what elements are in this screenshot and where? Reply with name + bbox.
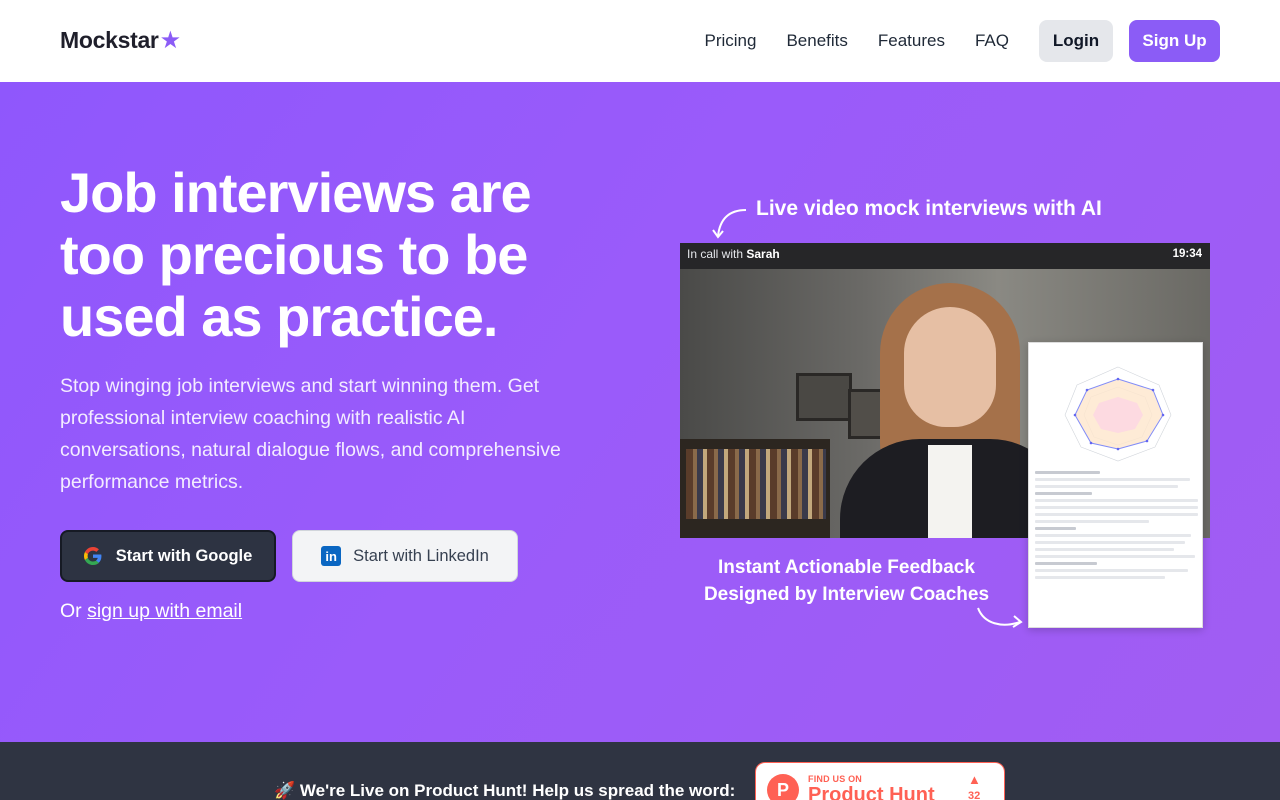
google-icon: [83, 547, 102, 565]
hero-subtitle: Stop winging job interviews and start wi…: [60, 375, 561, 493]
linkedin-icon: in: [321, 546, 342, 566]
google-button-label: Start with Google: [115, 546, 253, 565]
books: [686, 449, 826, 519]
feedback-analysis-text: [1035, 471, 1198, 583]
logo[interactable]: Mockstar ★: [60, 26, 181, 55]
product-hunt-name: Product Hunt: [808, 784, 935, 800]
nav-link-features[interactable]: Features: [878, 31, 945, 51]
nav-link-benefits[interactable]: Benefits: [786, 31, 847, 51]
curved-arrow-icon: [712, 209, 747, 239]
hero-section: Job interviews are too precious to be us…: [0, 82, 1280, 742]
google-signin-button[interactable]: Start with Google: [60, 530, 276, 582]
upvote-icon: ▲: [968, 772, 981, 787]
product-hunt-banner: 🚀 We're Live on Product Hunt! Help us sp…: [0, 742, 1280, 800]
video-top-bar: In call with Sarah 19:34: [680, 243, 1210, 269]
curved-arrow-right-icon: [977, 607, 1023, 628]
linkedin-signin-button[interactable]: in Start with LinkedIn: [292, 530, 518, 582]
radar-chart-icon: [1064, 366, 1172, 462]
linkedin-button-label: Start with LinkedIn: [353, 546, 489, 565]
nav-links: Pricing Benefits Features FAQ Login Sign…: [704, 20, 1220, 62]
feedback-report-card: [1028, 342, 1203, 628]
video-callout: Live video mock interviews with AI: [756, 197, 1102, 220]
interviewer-shirt: [928, 445, 972, 538]
call-status: In call with Sarah: [687, 247, 780, 261]
nav-link-faq[interactable]: FAQ: [975, 31, 1009, 51]
email-signup-line: Or sign up with email: [60, 600, 242, 623]
wall-frame: [796, 373, 852, 421]
interviewer-face: [904, 307, 996, 427]
or-text: Or: [60, 600, 82, 622]
upvote-count: 32: [968, 790, 981, 800]
logo-text: Mockstar: [60, 27, 159, 53]
product-hunt-logo-icon: P: [767, 774, 799, 800]
call-timer: 19:34: [1172, 248, 1202, 260]
call-prefix: In call with: [687, 247, 744, 261]
product-hunt-badge[interactable]: P FIND US ON Product Hunt ▲ 32: [755, 762, 1005, 800]
top-nav: Mockstar ★ Pricing Benefits Features FAQ …: [0, 0, 1280, 82]
feedback-callout: Instant Actionable Feedback Designed by …: [703, 557, 990, 605]
nav-link-pricing[interactable]: Pricing: [704, 31, 756, 51]
product-hunt-message: 🚀 We're Live on Product Hunt! Help us sp…: [274, 781, 736, 800]
hero-title: Job interviews are too precious to be us…: [60, 161, 532, 348]
caller-name: Sarah: [746, 247, 780, 261]
star-icon: ★: [159, 27, 182, 54]
product-hunt-find-label: FIND US ON: [808, 774, 863, 784]
signup-button[interactable]: Sign Up: [1129, 20, 1220, 62]
email-signup-link[interactable]: sign up with email: [87, 600, 242, 622]
login-button[interactable]: Login: [1039, 20, 1113, 62]
